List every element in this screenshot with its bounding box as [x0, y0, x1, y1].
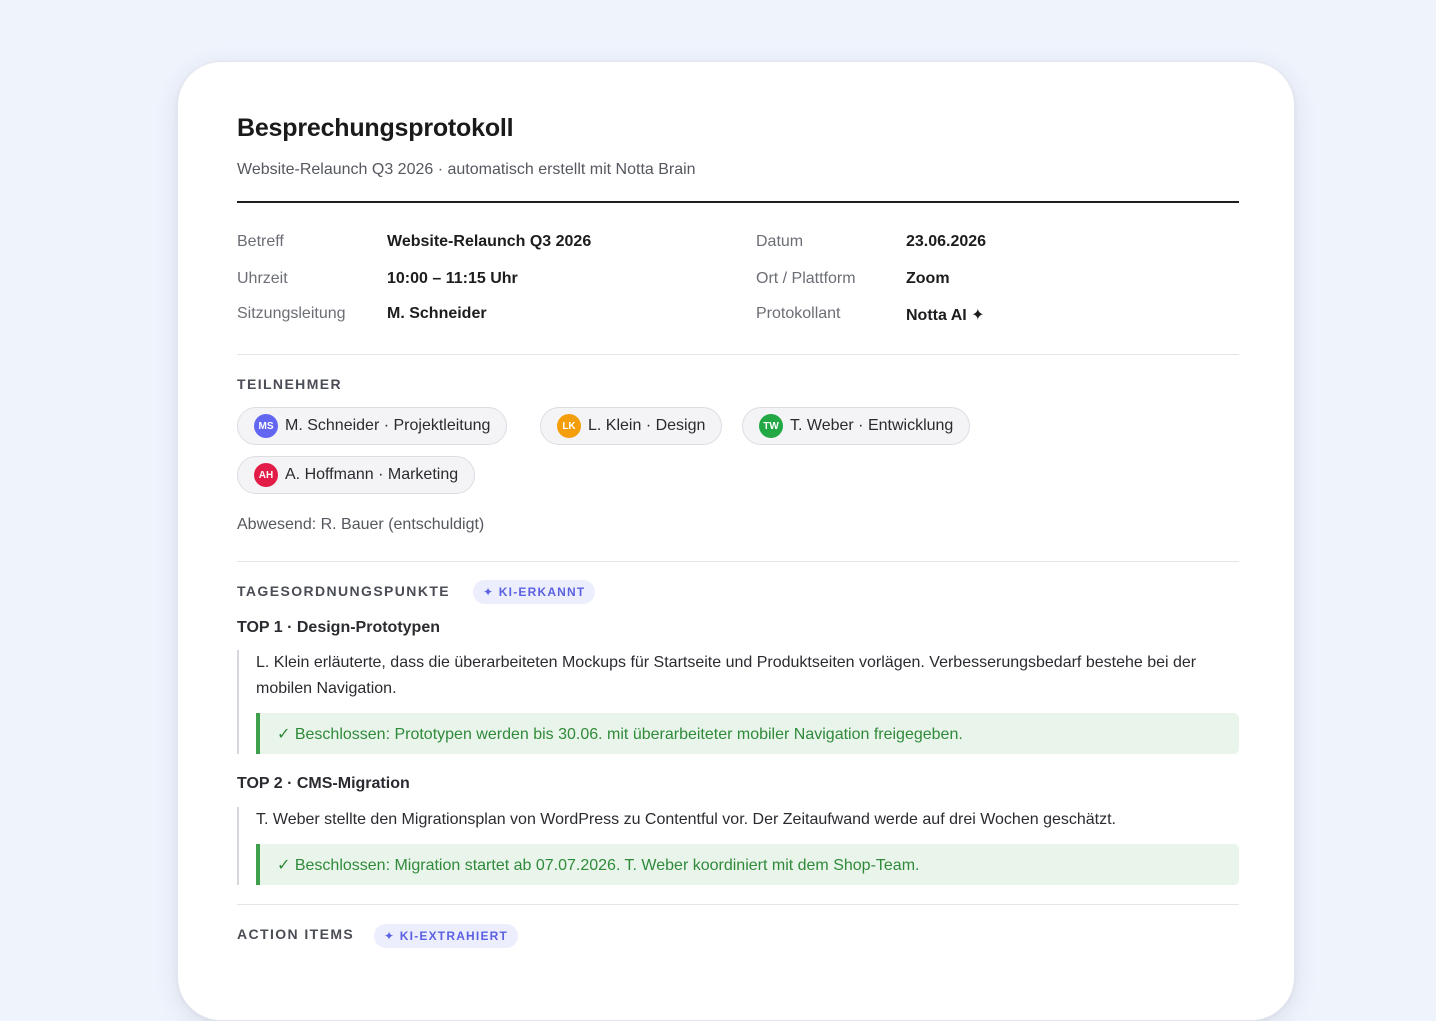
meta-betreff-value: Website-Relaunch Q3 2026: [387, 233, 592, 250]
agenda-divider: [237, 904, 1239, 905]
participant-label: M. Schneider · Projektleitung: [285, 417, 491, 434]
meta-divider: [237, 354, 1239, 355]
agenda-item-text: L. Klein erläuterte, dass die überarbeit…: [256, 654, 1197, 697]
participants-divider: [237, 561, 1239, 562]
ai-detected-badge: ✦ KI-ERKANNT: [473, 580, 596, 604]
participant-chip[interactable]: AH A. Hoffmann · Marketing: [237, 456, 476, 494]
agenda-item-text: T. Weber stellte den Migrationsplan von …: [256, 811, 1116, 828]
agenda-item-body: L. Klein erläuterte, dass die überarbeit…: [237, 650, 1239, 754]
meta-uhrzeit-value: 10:00 – 11:15 Uhr: [387, 270, 518, 287]
decision-box: ✓ Beschlossen: Migration startet ab 07.0…: [256, 844, 1239, 885]
participant-chip[interactable]: LK L. Klein · Design: [540, 407, 723, 445]
participant-chip[interactable]: MS M. Schneider · Projektleitung: [237, 407, 508, 445]
participant-avatar: LK: [557, 414, 581, 438]
meta-protokollant-label: Protokollant: [756, 305, 841, 322]
participant-avatar: AH: [254, 463, 278, 487]
decision-box: ✓ Beschlossen: Prototypen werden bis 30.…: [256, 713, 1239, 754]
agenda-heading: TAGESORDNUNGSPUNKTE: [237, 583, 451, 599]
participant-label: L. Klein · Design: [588, 417, 706, 434]
meta-datum-label: Datum: [756, 233, 804, 250]
participant-avatar: MS: [254, 414, 278, 438]
title-divider: [237, 201, 1239, 203]
participant-chip[interactable]: TW T. Weber · Entwicklung: [742, 407, 971, 445]
participant-label: T. Weber · Entwicklung: [790, 417, 954, 434]
meta-leitung-label: Sitzungsleitung: [237, 305, 346, 322]
participant-avatar: TW: [759, 414, 783, 438]
meta-leitung-value: M. Schneider: [387, 305, 487, 322]
ai-extracted-badge: ✦ KI-EXTRAHIERT: [374, 924, 519, 948]
absent-note: Abwesend: R. Bauer (entschuldigt): [237, 516, 485, 533]
meta-uhrzeit-label: Uhrzeit: [237, 270, 288, 287]
action-items-heading: ACTION ITEMS: [237, 926, 355, 942]
meta-ort-value: Zoom: [906, 270, 950, 287]
agenda-item-heading: TOP 2 · CMS-Migration: [237, 775, 410, 792]
meta-betreff-label: Betreff: [237, 233, 284, 250]
participant-label: A. Hoffmann · Marketing: [285, 466, 459, 483]
document-subtitle: Website-Relaunch Q3 2026 · automatisch e…: [237, 161, 696, 178]
agenda-item-heading: TOP 1 · Design-Prototypen: [237, 619, 440, 636]
participants-heading: TEILNEHMER: [237, 376, 342, 392]
document-title: Besprechungsprotokoll: [237, 114, 514, 142]
meta-datum-value: 23.06.2026: [906, 233, 987, 250]
meta-protokollant-value: Notta AI ✦: [906, 307, 985, 324]
protocol-card: Besprechungsprotokoll Website-Relaunch Q…: [177, 61, 1295, 1021]
agenda-item-body: T. Weber stellte den Migrationsplan von …: [237, 807, 1239, 885]
meta-ort-label: Ort / Plattform: [756, 270, 856, 287]
